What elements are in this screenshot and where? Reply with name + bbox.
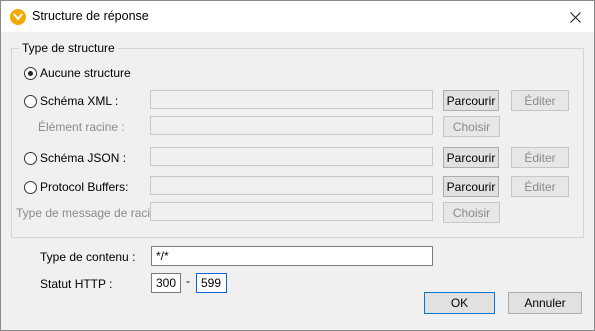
json-edit-button[interactable]: Éditer [511, 147, 569, 168]
http-status-separator: - [186, 274, 190, 288]
root-element-input[interactable] [150, 116, 433, 135]
root-message-type-label: Type de message de racine [16, 206, 164, 220]
radio-indicator [24, 151, 37, 165]
root-element-choose-button[interactable]: Choisir [443, 116, 500, 137]
root-message-choose-button[interactable]: Choisir [443, 202, 500, 223]
ok-button[interactable]: OK [424, 292, 495, 314]
content-type-input[interactable] [151, 246, 433, 266]
root-element-label: Élément racine : [38, 120, 125, 134]
json-browse-button[interactable]: Parcourir [443, 147, 499, 168]
http-status-label: Statut HTTP : [40, 277, 113, 291]
app-icon [10, 9, 26, 25]
radio-indicator [24, 66, 37, 80]
radio-no-structure-label: Aucune structure [40, 66, 131, 80]
title-bar: Structure de réponse [1, 1, 594, 32]
radio-xml-schema[interactable]: Schéma XML : [24, 94, 118, 108]
radio-no-structure[interactable]: Aucune structure [24, 66, 131, 80]
protobuf-browse-button[interactable]: Parcourir [443, 176, 499, 197]
root-message-type-input[interactable] [150, 202, 433, 221]
structure-type-group-label: Type de structure [19, 41, 118, 55]
close-button[interactable] [561, 5, 589, 29]
radio-protocol-buffers-label: Protocol Buffers: [40, 180, 129, 194]
json-schema-path-input[interactable] [150, 147, 433, 166]
close-icon [569, 11, 581, 23]
radio-indicator [24, 94, 37, 108]
protobuf-path-input[interactable] [150, 176, 433, 195]
xml-schema-path-input[interactable] [150, 90, 433, 109]
xml-edit-button[interactable]: Éditer [511, 90, 569, 111]
window-title: Structure de réponse [32, 9, 149, 23]
radio-json-schema-label: Schéma JSON : [40, 151, 127, 165]
http-status-to-input[interactable] [196, 273, 227, 293]
protobuf-edit-button[interactable]: Éditer [511, 176, 569, 197]
radio-protocol-buffers[interactable]: Protocol Buffers: [24, 180, 129, 194]
http-status-from-input[interactable] [151, 273, 181, 293]
content-type-label: Type de contenu : [40, 250, 136, 264]
cancel-button[interactable]: Annuler [508, 292, 582, 314]
radio-indicator [24, 180, 37, 194]
radio-xml-schema-label: Schéma XML : [40, 94, 119, 108]
xml-browse-button[interactable]: Parcourir [443, 90, 499, 111]
radio-json-schema[interactable]: Schéma JSON : [24, 151, 126, 165]
